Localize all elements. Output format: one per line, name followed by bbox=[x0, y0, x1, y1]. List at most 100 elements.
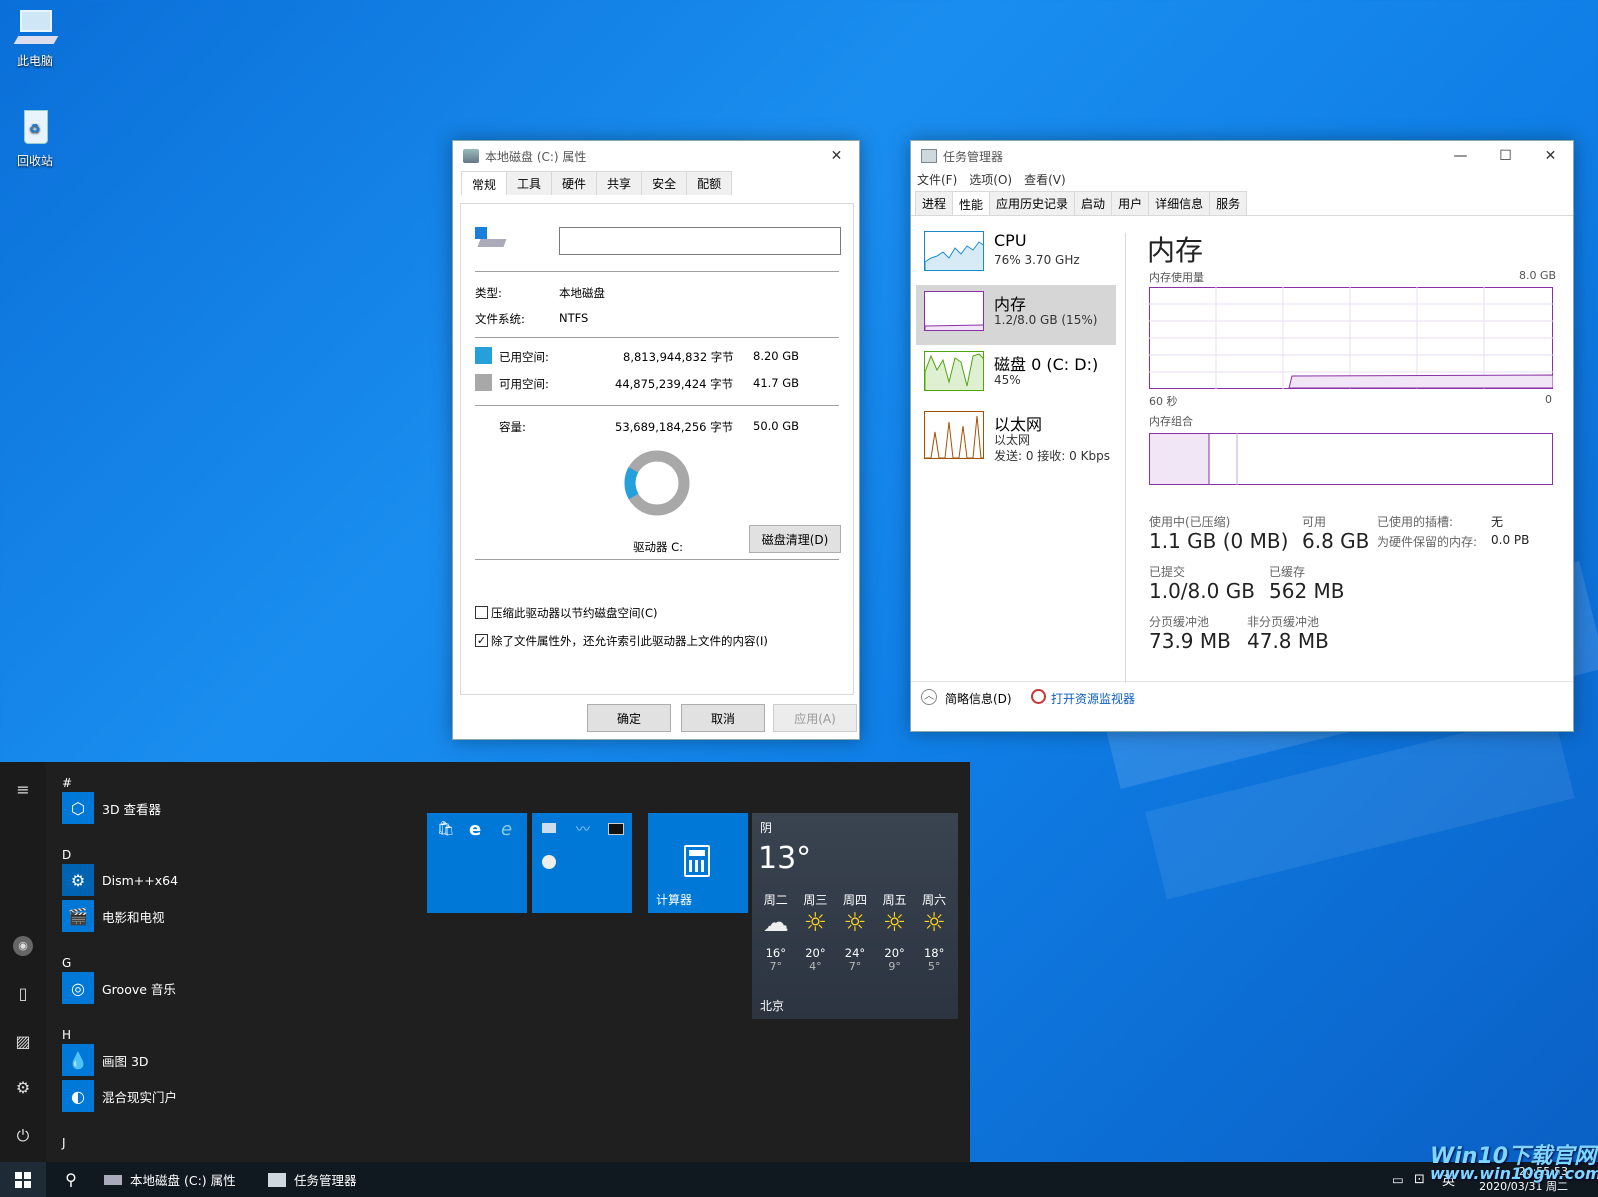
perf-ethernet[interactable]: 以太网 以太网 发送: 0 接收: 0 Kbps bbox=[916, 405, 1116, 471]
apply-button[interactable]: 应用(A) bbox=[773, 704, 857, 732]
free-space-bytes: 44,875,239,424 字节 bbox=[615, 377, 734, 391]
app-dism[interactable]: ⚙ Dism++x64 bbox=[62, 863, 178, 897]
desktop-icon-recycle-bin[interactable]: ♻ 回收站 bbox=[0, 108, 70, 169]
compress-checkbox[interactable] bbox=[475, 606, 488, 619]
forecast-low: 5° bbox=[927, 960, 941, 973]
drive-icon bbox=[475, 227, 507, 249]
group-letter[interactable]: D bbox=[62, 848, 71, 862]
axis-right: 0 bbox=[1545, 393, 1552, 406]
fewer-details-link[interactable]: 简略信息(D) bbox=[945, 690, 1012, 707]
hamburger-icon[interactable]: ≡ bbox=[13, 780, 33, 799]
app-3d-viewer[interactable]: ⬡ 3D 查看器 bbox=[62, 791, 161, 825]
tab-general[interactable]: 常规 bbox=[461, 171, 508, 195]
menu-options[interactable]: 选项(O) bbox=[963, 171, 1018, 191]
cube-icon: ⬡ bbox=[62, 792, 94, 824]
settings-icon[interactable]: ⚙ bbox=[13, 1078, 33, 1097]
tab-services[interactable]: 服务 bbox=[1209, 191, 1248, 215]
resource-monitor-icon: 〰 bbox=[576, 822, 590, 838]
perf-sub: 45% bbox=[994, 373, 1021, 387]
search-icon[interactable]: ⚲ bbox=[56, 1162, 86, 1197]
taskbar-item-task-manager[interactable]: 任务管理器 bbox=[268, 1162, 378, 1197]
drive-name-input[interactable] bbox=[559, 227, 841, 255]
ok-button[interactable]: 确定 bbox=[587, 704, 671, 732]
app-groove[interactable]: ◎ Groove 音乐 bbox=[62, 971, 176, 1005]
tile-weather[interactable]: 阴 13° 周二 ☁ 16° 7° 周三 ☼ 20° 4° 周四 ☼ 24° 7… bbox=[752, 813, 958, 1019]
open-resource-monitor-link[interactable]: 打开资源监视器 bbox=[1051, 690, 1135, 707]
perf-disk[interactable]: 磁盘 0 (C: D:) 45% bbox=[916, 345, 1116, 405]
menu-file[interactable]: 文件(F) bbox=[911, 171, 963, 191]
chevron-up-icon[interactable]: ︿ bbox=[921, 689, 937, 705]
reserved-label: 为硬件保留的内存: bbox=[1377, 535, 1478, 549]
committed-label: 已提交 bbox=[1149, 565, 1186, 579]
power-icon[interactable]: ⏻ bbox=[13, 1126, 33, 1146]
tab-quota[interactable]: 配额 bbox=[686, 171, 733, 195]
tab-app-history[interactable]: 应用历史记录 bbox=[989, 191, 1076, 215]
forecast-high: 20° bbox=[805, 946, 826, 960]
available-label: 可用 bbox=[1302, 515, 1327, 529]
group-letter[interactable]: # bbox=[62, 776, 72, 790]
group-letter[interactable]: G bbox=[62, 956, 71, 970]
close-button[interactable]: ✕ bbox=[1528, 141, 1573, 171]
perf-cpu[interactable]: CPU 76% 3.70 GHz bbox=[916, 225, 1116, 285]
forecast-day-name: 周四 bbox=[842, 893, 867, 907]
resource-monitor-icon bbox=[1031, 689, 1046, 704]
sun-icon: ☼ bbox=[922, 908, 946, 938]
app-paint-3d[interactable]: 💧 画图 3D bbox=[62, 1043, 149, 1077]
page-title: 内存 bbox=[1147, 234, 1204, 267]
cancel-button[interactable]: 取消 bbox=[681, 704, 765, 732]
filesystem-label: 文件系统: bbox=[475, 312, 525, 326]
divider bbox=[475, 271, 839, 272]
taskbar-item-properties[interactable]: 本地磁盘 (C:) 属性 bbox=[104, 1162, 254, 1197]
tab-startup[interactable]: 启动 bbox=[1074, 191, 1113, 215]
forecast-day-name: 周三 bbox=[803, 893, 828, 907]
perf-memory[interactable]: 内存 1.2/8.0 GB (15%) bbox=[916, 285, 1116, 345]
tab-performance[interactable]: 性能 bbox=[952, 191, 991, 215]
taskbar-item-label: 本地磁盘 (C:) 属性 bbox=[130, 1173, 236, 1188]
tab-processes[interactable]: 进程 bbox=[915, 191, 954, 215]
notification-icon[interactable]: ▭ bbox=[1392, 1162, 1406, 1197]
forecast-low: 9° bbox=[888, 960, 901, 973]
type-label: 类型: bbox=[475, 286, 502, 300]
maximize-button[interactable]: ☐ bbox=[1483, 141, 1528, 171]
tab-sharing[interactable]: 共享 bbox=[596, 171, 643, 195]
start-button[interactable] bbox=[0, 1162, 46, 1197]
index-checkbox[interactable]: ✓ bbox=[475, 634, 488, 647]
task-manager-window: 任务管理器 — ☐ ✕ 文件(F) 选项(O) 查看(V) 进程 性能 应用历史… bbox=[910, 140, 1574, 732]
document-icon[interactable]: ▯ bbox=[13, 984, 33, 1003]
desktop-icon-this-pc[interactable]: 此电脑 bbox=[0, 8, 70, 69]
used-space-swatch bbox=[475, 347, 492, 364]
disk-cleanup-button[interactable]: 磁盘清理(D) bbox=[749, 525, 841, 553]
composition-label: 内存组合 bbox=[1149, 415, 1193, 428]
minimize-button[interactable]: — bbox=[1438, 141, 1483, 171]
slots-label: 已使用的插槽: bbox=[1377, 515, 1454, 529]
divider bbox=[475, 337, 839, 338]
app-movies-tv[interactable]: 🎬 电影和电视 bbox=[62, 899, 165, 933]
forecast-row: 周二 ☁ 16° 7° 周三 ☼ 20° 4° 周四 ☼ 24° 7° 周五 ☼… bbox=[752, 891, 958, 973]
start-rail: ≡ ◉ ▯ ▨ ⚙ ⏻ bbox=[0, 762, 46, 1162]
tab-tools[interactable]: 工具 bbox=[506, 171, 553, 195]
group-letter[interactable]: H bbox=[62, 1028, 71, 1042]
axis-left: 60 秒 bbox=[1149, 395, 1178, 408]
perf-sub: 76% 3.70 GHz bbox=[994, 253, 1080, 267]
sun-icon: ☼ bbox=[882, 908, 907, 938]
tile-folder-browsers[interactable]: 🛍 e e bbox=[427, 813, 527, 913]
group-letter[interactable]: J bbox=[62, 1136, 66, 1150]
tab-hardware[interactable]: 硬件 bbox=[551, 171, 598, 195]
pictures-icon[interactable]: ▨ bbox=[13, 1032, 33, 1051]
tile-folder-tools[interactable]: 〰 bbox=[532, 813, 632, 913]
tab-details[interactable]: 详细信息 bbox=[1148, 191, 1211, 215]
forecast-day: 周四 ☼ 24° 7° bbox=[836, 891, 874, 973]
close-button[interactable]: ✕ bbox=[814, 141, 859, 171]
sun-icon: ☼ bbox=[803, 908, 828, 938]
tab-security[interactable]: 安全 bbox=[641, 171, 688, 195]
tab-users[interactable]: 用户 bbox=[1111, 191, 1150, 215]
user-icon[interactable]: ◉ bbox=[13, 936, 33, 956]
forecast-day-name: 周六 bbox=[922, 893, 947, 907]
app-mixed-reality[interactable]: ◐ 混合现实门户 bbox=[62, 1079, 177, 1113]
menu-view[interactable]: 查看(V) bbox=[1018, 171, 1072, 191]
tile-calculator[interactable]: 计算器 bbox=[648, 813, 748, 913]
console-icon bbox=[608, 823, 624, 835]
free-space-gb: 41.7 GB bbox=[753, 376, 800, 390]
forecast-high: 20° bbox=[884, 946, 905, 960]
edge-icon: e bbox=[469, 819, 482, 840]
